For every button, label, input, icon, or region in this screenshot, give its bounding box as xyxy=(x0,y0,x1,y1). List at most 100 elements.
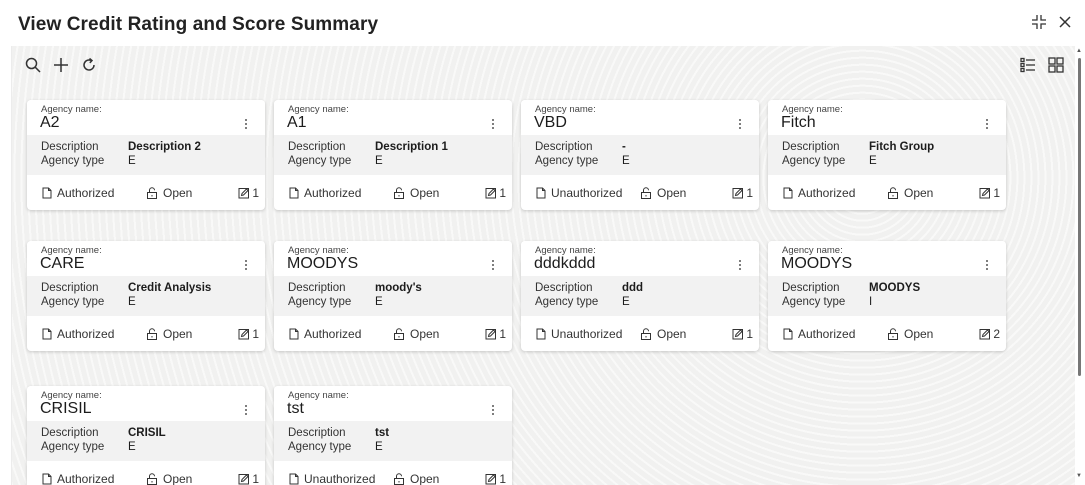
agency-name-value: A1 xyxy=(287,114,307,131)
agency-card[interactable]: Agency name: VBD Description - Agency ty… xyxy=(521,100,759,210)
auth-status: Unauthorized xyxy=(304,472,376,485)
description-value: Credit Analysis xyxy=(128,282,212,294)
description-label: Description xyxy=(535,282,593,294)
auth-status: Authorized xyxy=(57,327,115,341)
edit-icon xyxy=(732,328,744,340)
agency-type-value: E xyxy=(869,155,877,167)
agency-type-label: Agency type xyxy=(41,155,105,167)
modification-count: 1 xyxy=(499,186,506,200)
agency-type-value: E xyxy=(622,155,630,167)
kebab-menu-icon[interactable] xyxy=(243,403,249,417)
list-view-icon[interactable] xyxy=(1019,56,1037,74)
description-label: Description xyxy=(782,282,840,294)
kebab-menu-icon[interactable] xyxy=(243,258,249,272)
agency-type-label: Agency type xyxy=(535,296,599,308)
edit-icon xyxy=(485,473,497,485)
modification-count: 1 xyxy=(499,327,506,341)
agency-card[interactable]: Agency name: A2 Description Description … xyxy=(27,100,265,210)
description-value: moody's xyxy=(375,282,422,294)
lock-status: Open xyxy=(163,327,193,341)
agency-card[interactable]: Agency name: Fitch Description Fitch Gro… xyxy=(768,100,1006,210)
kebab-menu-icon[interactable] xyxy=(984,117,990,131)
lock-status: Open xyxy=(904,327,934,341)
description-label: Description xyxy=(41,282,99,294)
edit-icon xyxy=(238,187,250,199)
kebab-menu-icon[interactable] xyxy=(490,403,496,417)
modification-count: 1 xyxy=(993,186,1000,200)
unlock-icon xyxy=(887,187,899,199)
description-label: Description xyxy=(41,141,99,153)
unlock-icon xyxy=(393,328,405,340)
auth-status: Unauthorized xyxy=(551,186,623,200)
agency-name-value: MOODYS xyxy=(781,255,853,272)
agency-card[interactable]: Agency name: CARE Description Credit Ana… xyxy=(27,241,265,351)
add-icon[interactable] xyxy=(52,56,70,74)
close-icon[interactable] xyxy=(1057,14,1073,30)
lock-status: Open xyxy=(410,327,440,341)
minimize-icon[interactable] xyxy=(1031,14,1047,30)
scrollbar-thumb[interactable] xyxy=(1078,58,1081,376)
description-value: tst xyxy=(375,427,390,439)
description-label: Description xyxy=(288,282,346,294)
description-value: CRISIL xyxy=(128,427,166,439)
modification-count: 1 xyxy=(746,327,753,341)
agency-type-label: Agency type xyxy=(535,155,599,167)
document-icon xyxy=(782,328,794,340)
description-label: Description xyxy=(288,427,346,439)
search-icon[interactable] xyxy=(24,56,42,74)
agency-card[interactable]: Agency name: A1 Description Description … xyxy=(274,100,512,210)
document-icon xyxy=(288,473,300,485)
kebab-menu-icon[interactable] xyxy=(984,258,990,272)
kebab-menu-icon[interactable] xyxy=(737,117,743,131)
unlock-icon xyxy=(146,187,158,199)
kebab-menu-icon[interactable] xyxy=(243,117,249,131)
toolbar xyxy=(24,56,98,74)
agency-card[interactable]: Agency name: MOODYS Description moody's … xyxy=(274,241,512,351)
agency-type-label: Agency type xyxy=(782,296,846,308)
agency-card[interactable]: Agency name: MOODYS Description MOODYS A… xyxy=(768,241,1006,351)
auth-status: Authorized xyxy=(304,186,362,200)
auth-status: Authorized xyxy=(304,327,362,341)
auth-status: Authorized xyxy=(57,472,115,485)
kebab-menu-icon[interactable] xyxy=(490,258,496,272)
description-label: Description xyxy=(782,141,840,153)
scroll-up-arrow[interactable]: ▲ xyxy=(1076,48,1082,54)
agency-type-value: I xyxy=(869,296,873,308)
agency-name-value: CARE xyxy=(40,255,85,272)
modification-count: 1 xyxy=(252,472,259,485)
kebab-menu-icon[interactable] xyxy=(737,258,743,272)
agency-type-value: E xyxy=(128,441,136,453)
lock-status: Open xyxy=(657,327,687,341)
lock-status: Open xyxy=(904,186,934,200)
edit-icon xyxy=(485,328,497,340)
description-value: Fitch Group xyxy=(869,141,935,153)
document-icon xyxy=(41,473,53,485)
scroll-down-arrow[interactable]: ▼ xyxy=(1076,473,1082,479)
auth-status: Unauthorized xyxy=(551,327,623,341)
unlock-icon xyxy=(887,328,899,340)
edit-icon xyxy=(238,328,250,340)
agency-card[interactable]: Agency name: CRISIL Description CRISIL A… xyxy=(27,386,265,485)
modification-count: 1 xyxy=(499,472,506,485)
agency-type-label: Agency type xyxy=(288,441,352,453)
agency-name-value: CRISIL xyxy=(40,400,92,417)
agency-name-value: Fitch xyxy=(781,114,816,131)
agency-card[interactable]: Agency name: dddkddd Description ddd Age… xyxy=(521,241,759,351)
refresh-icon[interactable] xyxy=(80,56,98,74)
page-title: View Credit Rating and Score Summary xyxy=(18,14,379,35)
agency-card[interactable]: Agency name: tst Description tst Agency … xyxy=(274,386,512,485)
edit-icon xyxy=(979,328,991,340)
description-value: Description 2 xyxy=(128,141,201,153)
agency-type-label: Agency type xyxy=(782,155,846,167)
agency-name-value: VBD xyxy=(534,114,567,131)
description-label: Description xyxy=(535,141,593,153)
tile-view-icon[interactable] xyxy=(1047,56,1065,74)
modification-count: 1 xyxy=(746,186,753,200)
unlock-icon xyxy=(640,187,652,199)
lock-status: Open xyxy=(657,186,687,200)
description-value: ddd xyxy=(622,282,644,294)
agency-type-value: E xyxy=(622,296,630,308)
auth-status: Authorized xyxy=(798,186,856,200)
lock-status: Open xyxy=(410,472,440,485)
kebab-menu-icon[interactable] xyxy=(490,117,496,131)
